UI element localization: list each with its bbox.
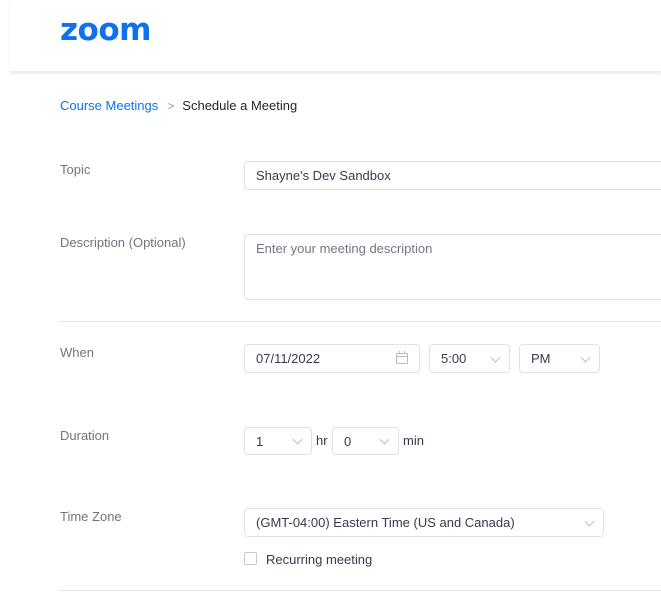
time-value: 5:00 xyxy=(441,351,467,366)
calendar-icon[interactable] xyxy=(396,351,408,364)
chevron-down-icon xyxy=(490,352,501,363)
time-zone-value: (GMT-04:00) Eastern Time (US and Canada) xyxy=(256,515,515,530)
duration-label: Duration xyxy=(60,428,110,443)
recurring-meeting-checkbox[interactable] xyxy=(244,552,257,565)
date-picker-input[interactable]: 07/11/2022 xyxy=(244,344,420,373)
topic-input[interactable]: Shayne's Dev Sandbox xyxy=(244,161,661,190)
time-zone-select[interactable]: (GMT-04:00) Eastern Time (US and Canada) xyxy=(244,508,604,537)
description-textarea[interactable]: Enter your meeting description xyxy=(244,234,661,300)
breadcrumb: Course Meetings > Schedule a Meeting xyxy=(60,98,297,113)
duration-hours-value: 1 xyxy=(256,433,264,449)
ampm-value: PM xyxy=(531,351,551,366)
recurring-meeting-label[interactable]: Recurring meeting xyxy=(266,552,372,567)
breadcrumb-separator: > xyxy=(167,99,175,113)
zoom-logo[interactable]: zoom xyxy=(60,12,151,48)
hours-unit-label: hr xyxy=(316,433,328,448)
breadcrumb-current: Schedule a Meeting xyxy=(182,98,298,113)
ampm-select[interactable]: PM xyxy=(519,344,600,373)
minutes-unit-label: min xyxy=(403,433,424,448)
duration-minutes-value: 0 xyxy=(344,433,352,449)
chevron-down-icon xyxy=(379,434,390,445)
top-header: zoom xyxy=(10,0,661,72)
description-placeholder: Enter your meeting description xyxy=(256,241,433,256)
duration-minutes-select[interactable]: 0 xyxy=(332,427,399,455)
chevron-down-icon xyxy=(292,434,303,445)
time-zone-label: Time Zone xyxy=(60,509,122,524)
time-select[interactable]: 5:00 xyxy=(429,344,510,373)
date-value: 07/11/2022 xyxy=(256,351,321,366)
duration-hours-select[interactable]: 1 xyxy=(244,427,312,455)
breadcrumb-course-meetings-link[interactable]: Course Meetings xyxy=(60,98,158,113)
section-divider xyxy=(60,321,661,322)
when-label: When xyxy=(60,345,94,360)
chevron-down-icon xyxy=(580,352,591,363)
chevron-down-icon xyxy=(584,516,595,527)
description-label: Description (Optional) xyxy=(60,235,186,250)
topic-input-value: Shayne's Dev Sandbox xyxy=(256,168,391,183)
topic-label: Topic xyxy=(60,162,91,177)
section-divider xyxy=(60,590,661,591)
